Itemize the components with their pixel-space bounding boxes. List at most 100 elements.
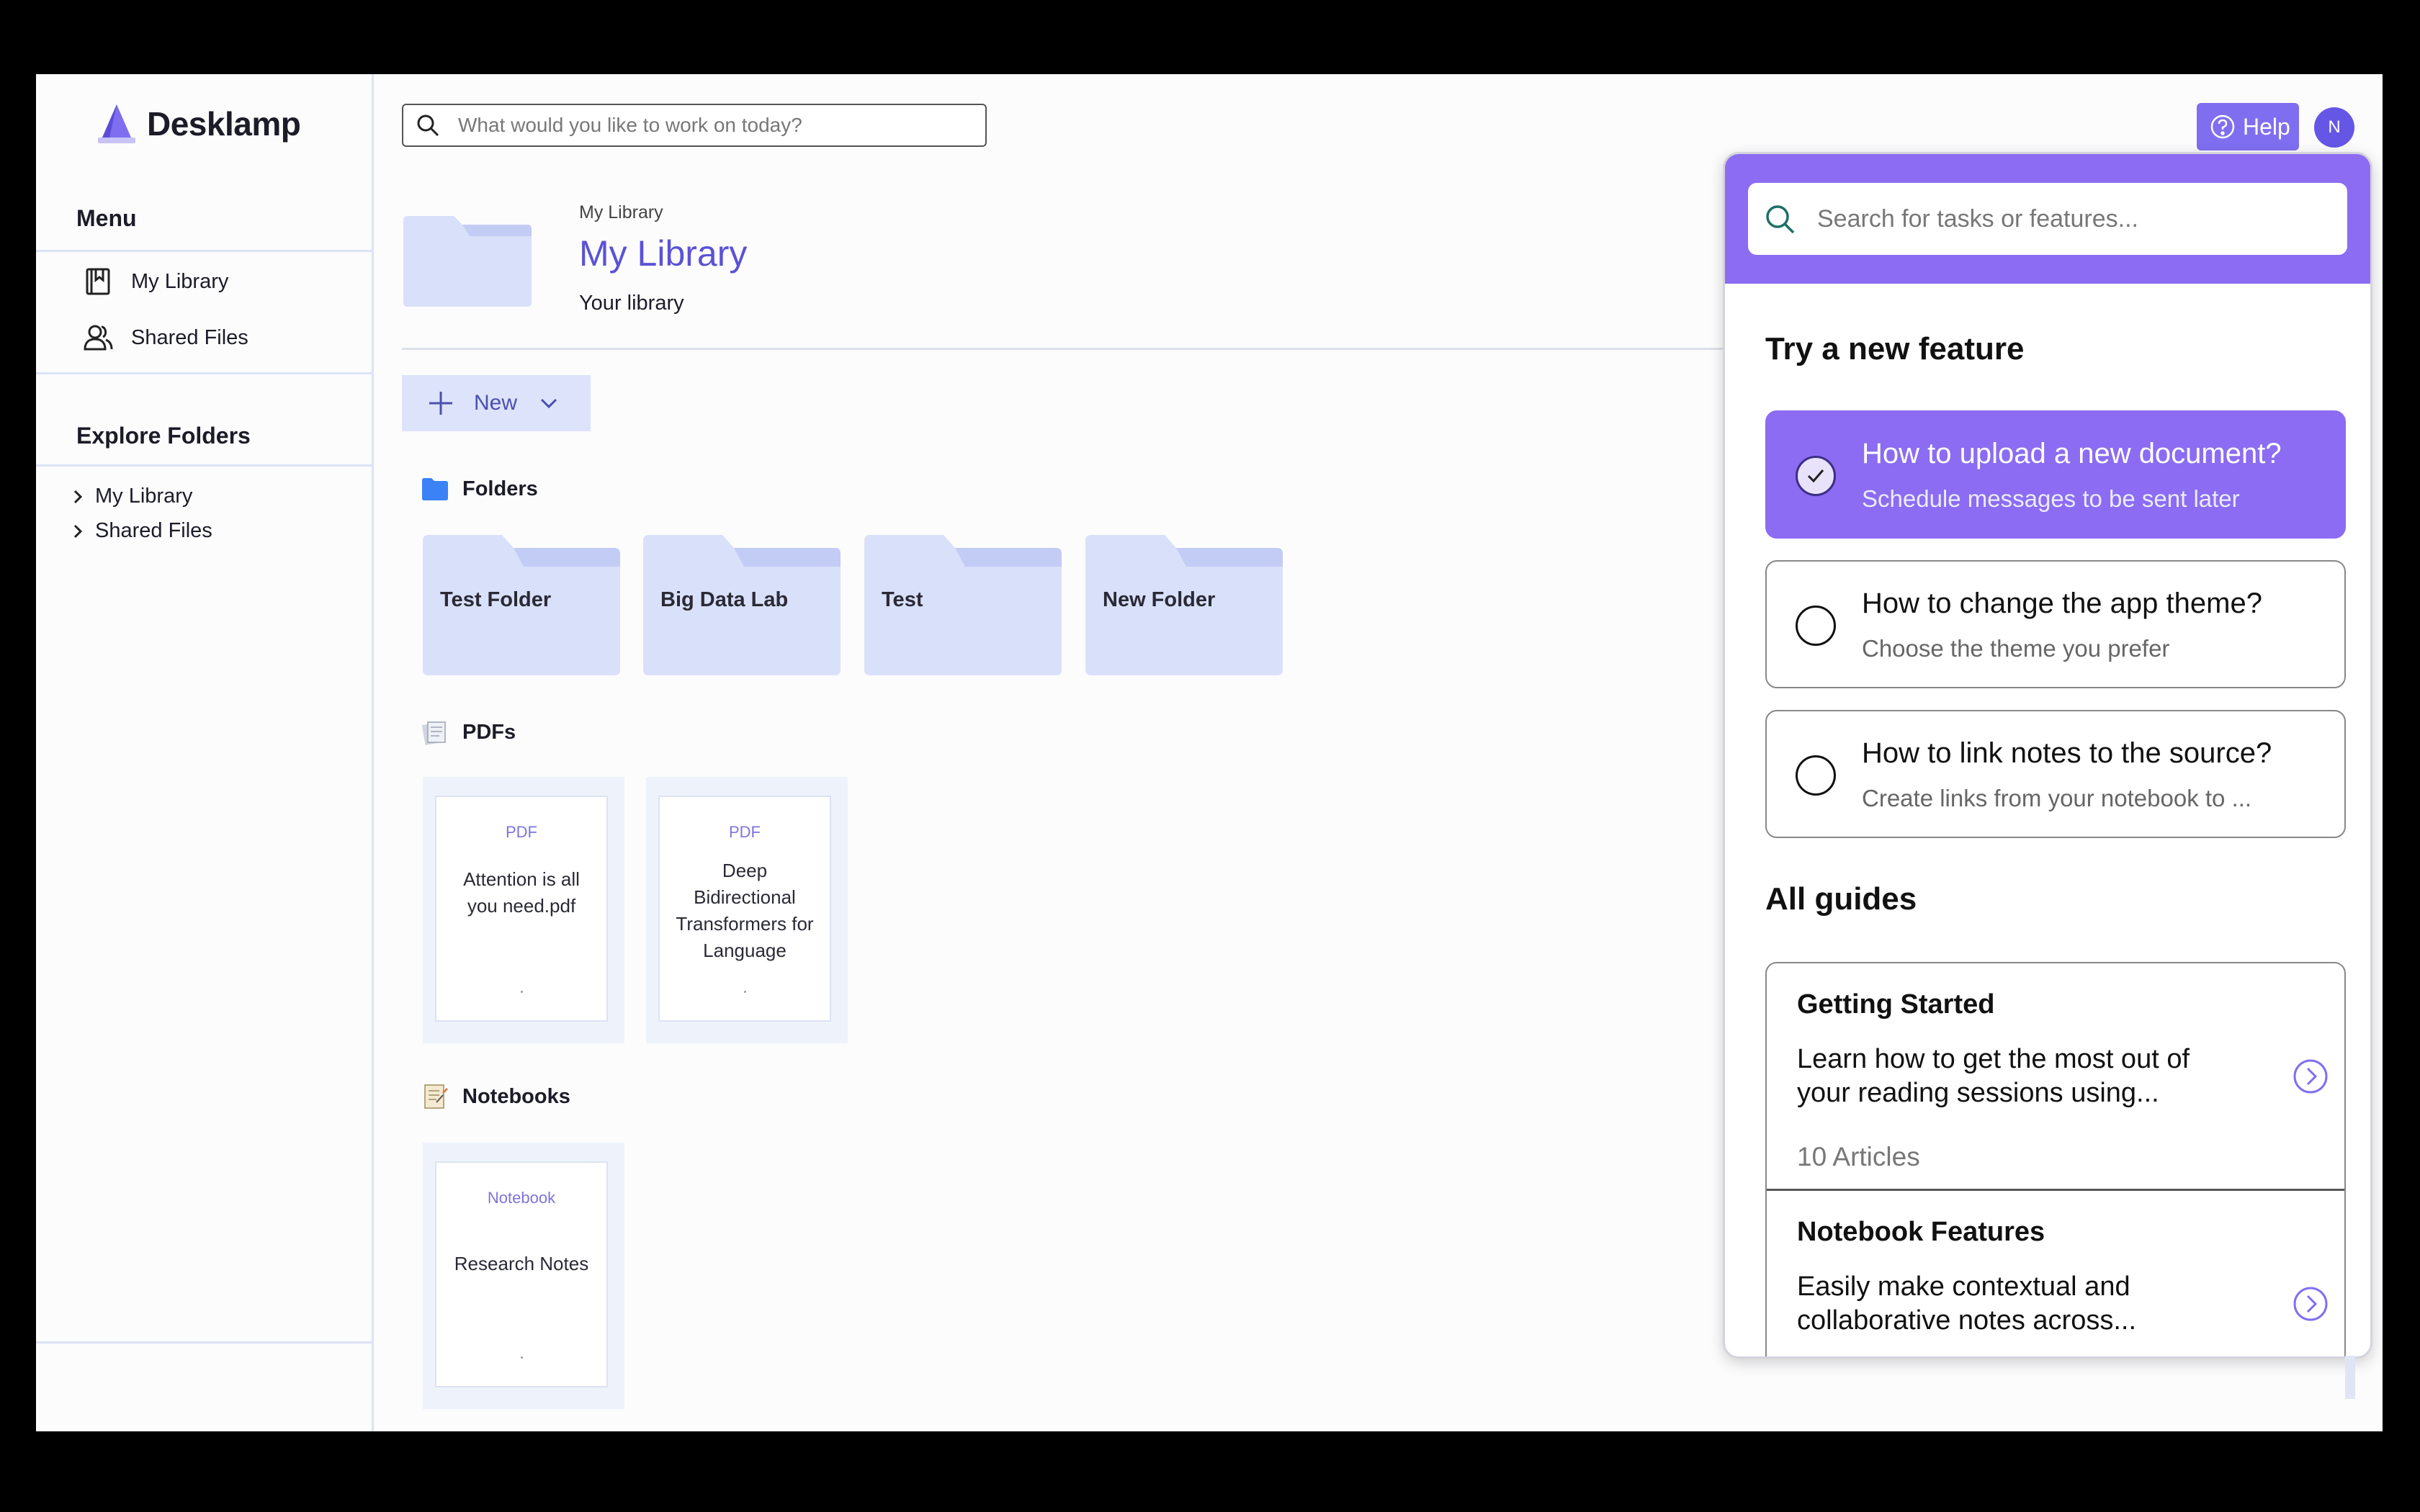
divider [402, 348, 1842, 350]
guide-item-getting-started[interactable]: Getting Started Learn how to get the mos… [1767, 963, 2344, 1191]
feature-title: How to link notes to the source? [1862, 737, 2272, 769]
new-button[interactable]: New [402, 375, 591, 431]
folder-name: Big Data Lab [660, 588, 789, 611]
feature-subtitle: Schedule messages to be sent later [1862, 485, 2240, 512]
document-name: Attention is all you need.pdf [463, 868, 580, 917]
app-name: Desklamp [147, 105, 301, 143]
feature-subtitle: Choose the theme you prefer [1862, 635, 2170, 662]
guide-article-count: 10 Articles [1797, 1142, 1920, 1171]
document-name: Deep Bidirectional Transformers for Lang… [676, 860, 814, 961]
dot [521, 1356, 523, 1359]
tree-item-my-library[interactable]: My Library [69, 485, 192, 508]
help-search-input[interactable] [1816, 204, 2337, 234]
document-type: Notebook [487, 1189, 556, 1207]
folders-section-title: Folders [421, 474, 538, 503]
all-guides-heading: All guides [1765, 881, 1917, 917]
section-title-text: Folders [462, 477, 538, 500]
guide-title: Getting Started [1797, 989, 1995, 1020]
folder-name: New Folder [1103, 588, 1216, 611]
question-circle-icon [2210, 114, 2235, 139]
tree-item-label: My Library [95, 485, 193, 508]
notebooks-section-title: Notebooks [421, 1082, 570, 1111]
chevron-right-circle-icon[interactable] [2293, 1286, 2329, 1322]
document-type: PDF [506, 823, 537, 841]
tree-item-shared-files[interactable]: Shared Files [69, 519, 212, 543]
folder-card[interactable]: Big Data Lab [643, 535, 841, 675]
users-icon [84, 325, 113, 351]
search-icon [1766, 205, 1795, 234]
guide-item-notebook-features[interactable]: Notebook Features Easily make contextual… [1767, 1191, 2344, 1356]
dot [744, 991, 746, 993]
sidebar-item-shared-files[interactable]: Shared Files [82, 322, 248, 354]
folder-name: Test Folder [440, 588, 552, 611]
pdfs-section-title: PDFs [421, 718, 516, 747]
divider [36, 250, 372, 252]
checkmark-icon [1807, 469, 1824, 483]
chevron-right-icon[interactable] [69, 523, 86, 540]
feature-title: How to upload a new document? [1862, 438, 2282, 469]
divider [36, 464, 372, 467]
folder-card[interactable]: New Folder [1085, 535, 1283, 675]
document-preview: Notebook Research Notes [435, 1161, 608, 1387]
document-preview: PDF Deep Bidirectional Transformers for … [658, 796, 831, 1022]
section-title-text: PDFs [462, 720, 516, 744]
book-icon [86, 268, 110, 295]
section-title-text: Notebooks [462, 1084, 570, 1108]
new-button-label: New [474, 391, 518, 415]
dot [521, 991, 523, 993]
guide-description: Easily make contextual and collaborative… [1797, 1272, 2137, 1336]
page-subtitle: Your library [579, 292, 684, 315]
sidebar: Desklamp Menu My Library Shared Files Ex… [36, 74, 374, 1431]
document-type: PDF [729, 823, 761, 841]
documents-icon [421, 721, 446, 745]
document-name: Research Notes [454, 1253, 589, 1274]
guides-list: Getting Started Learn how to get the mos… [1765, 962, 2346, 1356]
sidebar-item-label: My Library [131, 269, 229, 293]
user-avatar[interactable]: N [2314, 107, 2354, 148]
document-preview: PDF Attention is all you need.pdf [435, 796, 608, 1022]
tree-item-label: Shared Files [95, 519, 212, 542]
pdf-card[interactable]: PDF Deep Bidirectional Transformers for … [646, 777, 848, 1043]
feature-item-theme[interactable]: How to change the app theme? Choose the … [1765, 560, 2346, 688]
chevron-down-icon [540, 398, 557, 409]
radio-unchecked[interactable] [1796, 606, 1836, 646]
folder-icon [403, 216, 532, 307]
divider [36, 1341, 372, 1344]
folder-card[interactable]: Test Folder [423, 535, 620, 675]
scrollbar-thumb[interactable] [2345, 1356, 2355, 1399]
menu-heading: Menu [76, 205, 137, 231]
notebook-card[interactable]: Notebook Research Notes [423, 1143, 624, 1409]
plus-icon [429, 392, 452, 415]
folder-name: Test [882, 588, 923, 611]
help-panel: Try a new feature How to upload a new do… [1723, 152, 2372, 1359]
help-button-label: Help [2243, 113, 2290, 140]
sidebar-item-label: Shared Files [131, 325, 248, 349]
chevron-right-icon[interactable] [69, 488, 86, 505]
notebook-icon [424, 1084, 448, 1109]
folder-icon [422, 478, 448, 500]
help-button[interactable]: Help [2197, 103, 2299, 150]
try-feature-heading: Try a new feature [1765, 331, 2025, 366]
help-panel-header [1725, 154, 2370, 284]
radio-unchecked[interactable] [1796, 755, 1836, 796]
pdf-card[interactable]: PDF Attention is all you need.pdf [423, 777, 624, 1043]
divider [36, 372, 372, 374]
app-logo[interactable]: Desklamp [97, 103, 301, 145]
feature-title: How to change the app theme? [1862, 588, 2262, 619]
search-input[interactable] [457, 113, 964, 138]
help-search[interactable] [1748, 183, 2347, 255]
radio-checked[interactable] [1796, 456, 1836, 496]
lamp-logo-icon [98, 104, 135, 143]
feature-item-upload[interactable]: How to upload a new document? Schedule m… [1765, 410, 2346, 539]
page-title: My Library [579, 233, 748, 274]
global-search[interactable] [402, 104, 987, 147]
feature-item-link-notes[interactable]: How to link notes to the source? Create … [1765, 710, 2346, 838]
folder-card[interactable]: Test [864, 535, 1062, 675]
chevron-right-circle-icon[interactable] [2293, 1058, 2329, 1094]
explore-heading: Explore Folders [76, 423, 251, 449]
search-icon [417, 114, 439, 137]
sidebar-item-my-library[interactable]: My Library [82, 266, 228, 297]
guide-description: Learn how to get the most out of your re… [1797, 1044, 2190, 1108]
app-window: Desklamp Menu My Library Shared Files Ex… [36, 74, 2383, 1431]
breadcrumb[interactable]: My Library [579, 202, 663, 223]
